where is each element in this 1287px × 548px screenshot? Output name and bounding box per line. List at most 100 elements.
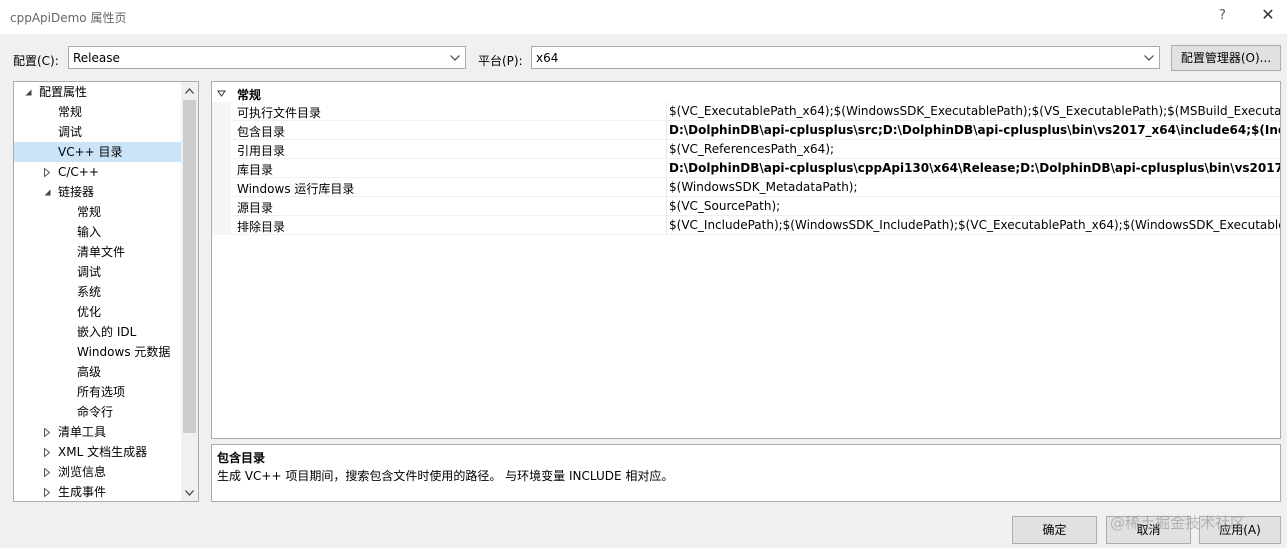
tree-item[interactable]: 常规 bbox=[14, 202, 181, 222]
platform-select[interactable]: x64 bbox=[531, 46, 1160, 69]
tree-item-label: 调试 bbox=[58, 125, 83, 139]
config-select[interactable]: Release bbox=[68, 46, 466, 69]
tree-item[interactable]: 清单工具 bbox=[14, 422, 181, 442]
property-name: 可执行文件目录 bbox=[237, 106, 322, 120]
title-bar: cppApiDemo 属性页 ? ✕ bbox=[0, 0, 1287, 34]
property-value[interactable]: $(WindowsSDK_MetadataPath); bbox=[669, 180, 858, 194]
tree-item[interactable]: 链接器 bbox=[14, 182, 181, 202]
property-value[interactable]: $(VC_ReferencesPath_x64); bbox=[669, 142, 834, 156]
collapsed-triangle-icon[interactable] bbox=[42, 442, 52, 462]
tree-item-label: 调试 bbox=[77, 265, 102, 279]
property-name: Windows 运行库目录 bbox=[237, 182, 355, 196]
tree-item-label: Windows 元数据 bbox=[77, 345, 171, 359]
tree-item-label: VC++ 目录 bbox=[58, 145, 123, 159]
property-name: 引用目录 bbox=[237, 144, 286, 158]
apply-label: 应用(A) bbox=[1219, 523, 1261, 537]
tree-item-label: 常规 bbox=[58, 105, 83, 119]
tree-item[interactable]: 生成事件 bbox=[14, 482, 181, 501]
tree-item[interactable]: 浏览信息 bbox=[14, 462, 181, 482]
scroll-thumb[interactable] bbox=[183, 100, 196, 433]
description-title: 包含目录 bbox=[217, 451, 266, 465]
description-panel: 包含目录 生成 VC++ 项目期间，搜索包含文件时使用的路径。 与环境变量 IN… bbox=[211, 444, 1281, 502]
ok-label: 确定 bbox=[1042, 523, 1067, 537]
help-button[interactable]: ? bbox=[1219, 8, 1226, 23]
config-label: 配置(C): bbox=[13, 54, 59, 68]
tree-item[interactable]: C/C++ bbox=[14, 162, 181, 182]
tree-item-label: 生成事件 bbox=[58, 485, 107, 499]
tree-item-label: 链接器 bbox=[58, 185, 95, 199]
tree-item[interactable]: XML 文档生成器 bbox=[14, 442, 181, 462]
tree-item-label: 浏览信息 bbox=[58, 465, 107, 479]
tree-scrollbar[interactable] bbox=[181, 82, 198, 501]
tree-item[interactable]: 系统 bbox=[14, 282, 181, 302]
tree-item-label: 常规 bbox=[77, 205, 102, 219]
tree-item[interactable]: 所有选项 bbox=[14, 382, 181, 402]
grid-row[interactable]: 库目录 D:\DolphinDB\api-cplusplus\cppApi130\… bbox=[231, 159, 1280, 178]
tree-item[interactable]: 调试 bbox=[14, 262, 181, 282]
tree-item[interactable]: 输入 bbox=[14, 222, 181, 242]
tree-item-label: XML 文档生成器 bbox=[58, 445, 148, 459]
grid-column-divider[interactable] bbox=[666, 102, 667, 235]
property-grid: 常规 可执行文件目录 $(VC_ExecutablePath_x64);$(Win… bbox=[211, 81, 1281, 439]
tree-item[interactable]: 常规 bbox=[14, 102, 181, 122]
ok-button[interactable]: 确定 bbox=[1012, 516, 1097, 544]
collapsed-triangle-icon[interactable] bbox=[42, 162, 52, 182]
property-tree: 配置属性 常规 调试 VC++ 目录 C/C++ 链接器 常规 输入 清单文件 调试 系统 优化 嵌入的… bbox=[13, 81, 199, 502]
scroll-down-icon[interactable] bbox=[181, 484, 198, 501]
grid-row[interactable]: 包含目录 D:\DolphinDB\api-cplusplus\src;D:\Do… bbox=[231, 121, 1280, 140]
property-value[interactable]: D:\DolphinDB\api-cplusplus\cppApi130\x64… bbox=[669, 161, 1280, 175]
tree-item-label: 配置属性 bbox=[39, 85, 88, 99]
tree-item[interactable]: 命令行 bbox=[14, 402, 181, 422]
grid-row[interactable]: 源目录 $(VC_SourcePath); bbox=[231, 197, 1280, 216]
cancel-button[interactable]: 取消 bbox=[1106, 516, 1191, 544]
apply-button[interactable]: 应用(A) bbox=[1199, 516, 1281, 544]
collapsed-triangle-icon[interactable] bbox=[42, 482, 52, 501]
close-button[interactable]: ✕ bbox=[1259, 5, 1277, 25]
config-select-value: Release bbox=[73, 51, 120, 65]
expanded-triangle-icon[interactable] bbox=[23, 82, 33, 102]
tree-item-label: 命令行 bbox=[77, 405, 114, 419]
collapsed-triangle-icon[interactable] bbox=[42, 462, 52, 482]
tree-item[interactable]: 嵌入的 IDL bbox=[14, 322, 181, 342]
property-name: 包含目录 bbox=[237, 125, 286, 139]
scroll-up-icon[interactable] bbox=[181, 82, 198, 99]
collapsed-triangle-icon[interactable] bbox=[42, 422, 52, 442]
property-name: 源目录 bbox=[237, 201, 274, 215]
tree-item[interactable]: 配置属性 bbox=[14, 82, 181, 102]
property-name: 排除目录 bbox=[237, 220, 286, 234]
grid-row[interactable]: 可执行文件目录 $(VC_ExecutablePath_x64);$(Window… bbox=[231, 102, 1280, 121]
cancel-label: 取消 bbox=[1136, 523, 1161, 537]
grid-row[interactable]: 引用目录 $(VC_ReferencesPath_x64); bbox=[231, 140, 1280, 159]
property-value[interactable]: $(VC_ExecutablePath_x64);$(WindowsSDK_Ex… bbox=[669, 104, 1280, 118]
platform-label: 平台(P): bbox=[478, 54, 523, 68]
property-value[interactable]: $(VC_IncludePath);$(WindowsSDK_IncludePa… bbox=[669, 218, 1280, 232]
tree-item[interactable]: 清单文件 bbox=[14, 242, 181, 262]
chevron-down-icon bbox=[447, 49, 463, 67]
tree-item[interactable]: Windows 元数据 bbox=[14, 342, 181, 362]
tree-item-label: 高级 bbox=[77, 365, 102, 379]
tree-item-label: 所有选项 bbox=[77, 385, 126, 399]
property-name: 库目录 bbox=[237, 163, 274, 177]
grid-section-header[interactable]: 常规 bbox=[212, 83, 1280, 102]
collapse-triangle-icon[interactable] bbox=[217, 87, 226, 101]
grid-row[interactable]: 排除目录 $(VC_IncludePath);$(WindowsSDK_Inclu… bbox=[231, 216, 1280, 235]
tree-item-label: 输入 bbox=[77, 225, 102, 239]
grid-gutter bbox=[212, 102, 231, 235]
description-text: 生成 VC++ 项目期间，搜索包含文件时使用的路径。 与环境变量 INCLUDE… bbox=[217, 469, 674, 483]
tree-item-label: 系统 bbox=[77, 285, 102, 299]
grid-row[interactable]: Windows 运行库目录 $(WindowsSDK_MetadataPath); bbox=[231, 178, 1280, 197]
grid-section-title: 常规 bbox=[237, 88, 262, 102]
tree-item[interactable]: 高级 bbox=[14, 362, 181, 382]
chevron-down-icon bbox=[1141, 49, 1157, 67]
expanded-triangle-icon[interactable] bbox=[42, 182, 52, 202]
tree-item-label: 清单文件 bbox=[77, 245, 126, 259]
tree-item[interactable]: VC++ 目录 bbox=[14, 142, 181, 162]
property-value[interactable]: $(VC_SourcePath); bbox=[669, 199, 780, 213]
tree-item[interactable]: 优化 bbox=[14, 302, 181, 322]
configuration-manager-button[interactable]: 配置管理器(O)... bbox=[1171, 45, 1281, 71]
tree-item-label: C/C++ bbox=[58, 165, 99, 179]
tree-item[interactable]: 调试 bbox=[14, 122, 181, 142]
property-value[interactable]: D:\DolphinDB\api-cplusplus\src;D:\Dolphi… bbox=[669, 123, 1280, 137]
tree-item-label: 清单工具 bbox=[58, 425, 107, 439]
platform-select-value: x64 bbox=[536, 51, 559, 65]
